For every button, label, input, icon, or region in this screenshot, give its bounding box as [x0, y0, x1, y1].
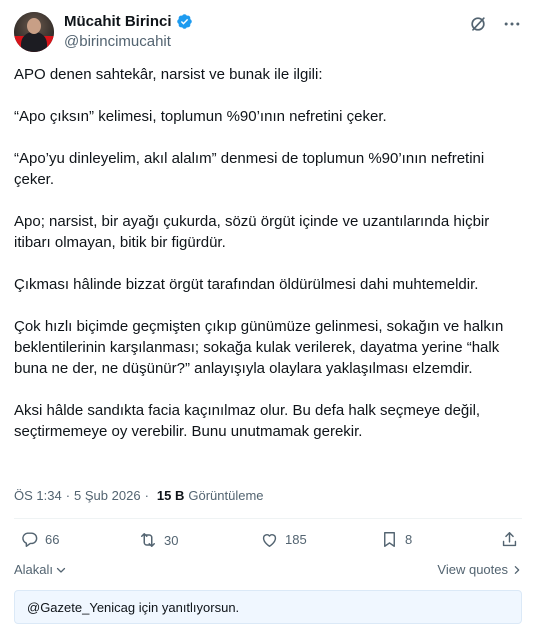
post-paragraph: APO denen sahtekâr, narsist ve bunak ile…: [14, 66, 323, 83]
repost-count: 30: [164, 532, 179, 548]
post-paragraph: Çıkması hâlinde bizzat örgüt tarafından …: [14, 276, 479, 293]
view-quotes-link[interactable]: View quotes: [437, 562, 522, 577]
post-text: APO denen sahtekâr, narsist ve bunak ile…: [14, 64, 522, 442]
share-icon: [502, 532, 517, 547]
reply-button[interactable]: 66: [20, 530, 59, 549]
bookmark-count: 8: [405, 532, 413, 547]
meta-separator: ·: [144, 488, 149, 503]
reply-context-text: @Gazete_Yenicag için yanıtlıyorsun.: [27, 600, 240, 615]
divider: [14, 518, 522, 519]
view-quotes-label: View quotes: [437, 562, 508, 577]
bookmark-button[interactable]: 8: [380, 530, 412, 549]
post-time[interactable]: ÖS 1:34: [14, 488, 62, 503]
bookmark-icon: [384, 532, 395, 547]
chevron-down-icon: [56, 567, 66, 573]
header-actions: [468, 14, 522, 34]
grok-icon[interactable]: [468, 14, 488, 34]
post-paragraph: Aksi hâlde sandıkta facia kaçınılmaz olu…: [14, 402, 485, 440]
post-header: Mücahit Birinci @birincimucahit: [14, 12, 522, 52]
views-count[interactable]: 15 B: [157, 488, 184, 503]
views-label: Görüntüleme: [188, 488, 264, 503]
author-handle[interactable]: @birincimucahit: [64, 33, 171, 50]
avatar[interactable]: [14, 12, 54, 52]
reply-context-banner[interactable]: @Gazete_Yenicag için yanıtlıyorsun.: [14, 590, 522, 624]
author-name[interactable]: Mücahit Birinci: [64, 13, 172, 30]
post-paragraph: “Apo çıksın” kelimesi, toplumun %90’ının…: [14, 108, 387, 125]
post-paragraph: Apo; narsist, bir ayağı çukurda, sözü ör…: [14, 213, 494, 251]
repost-icon: [141, 533, 155, 547]
action-bar: 66 30 185 8: [14, 530, 522, 554]
share-button[interactable]: [500, 530, 519, 549]
repost-button[interactable]: 30: [138, 530, 178, 550]
verified-badge-icon: [176, 13, 193, 30]
reply-count: 66: [45, 532, 60, 547]
like-button[interactable]: 185: [260, 530, 307, 549]
post-paragraph: “Apo’yu dinleyelim, akıl alalım” denmesi…: [14, 150, 489, 188]
chevron-right-icon: [514, 565, 520, 574]
like-count: 185: [285, 532, 307, 547]
related-row: Alakalı View quotes: [14, 560, 522, 580]
more-icon[interactable]: [502, 14, 522, 34]
author-name-row: Mücahit Birinci: [64, 13, 193, 30]
post-paragraph: Çok hızlı biçimde geçmişten çıkıp günümü…: [14, 318, 508, 377]
related-label: Alakalı: [14, 562, 54, 577]
meta-separator: ·: [65, 488, 71, 503]
related-dropdown[interactable]: Alakalı: [14, 562, 67, 577]
post-date[interactable]: 5 Şub 2026: [74, 488, 141, 503]
heart-icon: [262, 534, 277, 547]
reply-icon: [22, 532, 38, 547]
post-meta: ÖS 1:34 · 5 Şub 2026 · 15 B Görüntüleme: [14, 488, 264, 503]
